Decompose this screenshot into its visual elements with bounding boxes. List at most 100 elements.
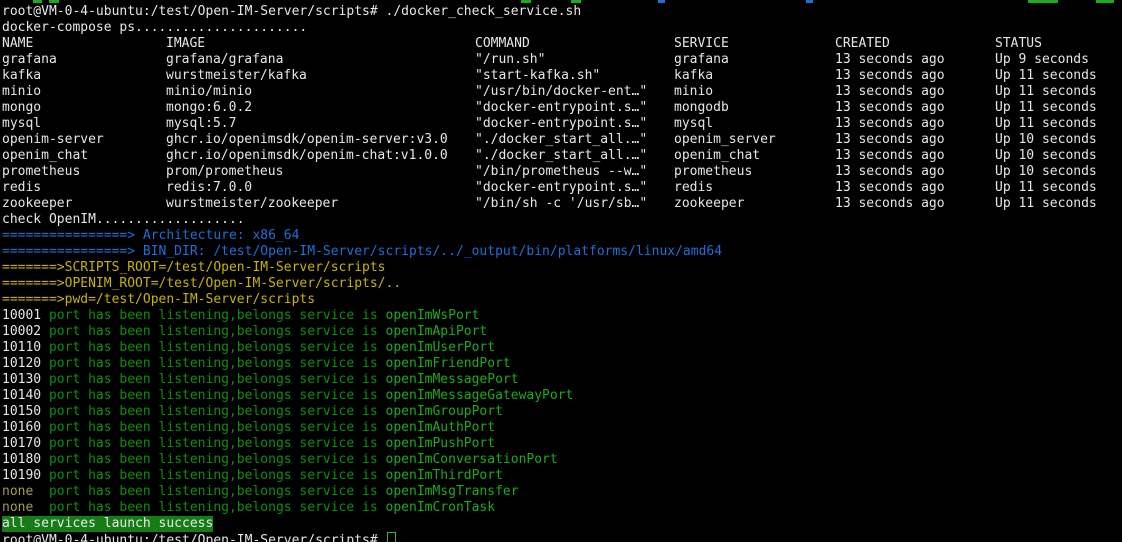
table-cell: Up 11 seconds — [995, 180, 1097, 196]
table-cell: 13 seconds ago — [835, 116, 945, 132]
table-cell: 13 seconds ago — [835, 132, 945, 148]
port-status-line: 10190 port has been listening,belongs se… — [2, 468, 1122, 484]
docker-compose-ps-line: docker-compose ps...................... — [2, 20, 1122, 36]
clipped-text-fragment — [33, 0, 42, 3]
table-cell: grafana — [2, 52, 57, 68]
port-number: 10140 — [2, 388, 49, 403]
text-segment: =======>pwd=/test/Open-IM-Server/scripts — [2, 292, 315, 307]
text-segment: all services launch success — [2, 516, 213, 532]
service-name: openImCronTask — [386, 500, 496, 515]
table-cell: Up 10 seconds — [995, 148, 1097, 164]
port-number: 10001 — [2, 308, 49, 323]
text-segment: port has been listening,belongs service … — [49, 500, 386, 515]
table-cell: COMMAND — [475, 36, 530, 52]
terminal-screen[interactable]: root@VM-0-4-ubuntu:/test/Open-IM-Server/… — [0, 0, 1122, 542]
table-cell: ghcr.io/openimsdk/openim-server:v3.0 — [166, 132, 448, 148]
table-cell: redis:7.0.0 — [166, 180, 252, 196]
ps-table-row: redisredis:7.0.0"docker-entrypoint.s…"re… — [2, 180, 1122, 196]
launch-success-banner: all services launch success — [2, 516, 1122, 532]
table-cell: openim-server — [2, 132, 104, 148]
table-cell: 13 seconds ago — [835, 100, 945, 116]
ps-table-header: NAMEIMAGECOMMANDSERVICECREATEDSTATUS — [2, 36, 1122, 52]
table-cell: redis — [674, 180, 713, 196]
terminal-output: root@VM-0-4-ubuntu:/test/Open-IM-Server/… — [2, 4, 1122, 542]
clipped-text-fragment — [49, 0, 59, 3]
table-cell: prometheus — [674, 164, 752, 180]
pwd-line: =======>pwd=/test/Open-IM-Server/scripts — [2, 292, 1122, 308]
port-number: 10110 — [2, 340, 49, 355]
text-segment: port has been listening,belongs service … — [49, 452, 386, 467]
table-cell: mysql — [2, 116, 41, 132]
table-cell: 13 seconds ago — [835, 68, 945, 84]
ps-table-row: openim_chat ghcr.io/openimsdk/openim-chat… — [2, 148, 1122, 164]
table-cell: wurstmeister/zookeeper — [166, 196, 338, 212]
port-number: 10160 — [2, 420, 49, 435]
table-cell: Up 11 seconds — [995, 196, 1097, 212]
table-cell: STATUS — [995, 36, 1042, 52]
text-segment: port has been listening,belongs service … — [49, 436, 386, 451]
ps-table-row: prometheusprom/prometheus"/bin/prometheu… — [2, 164, 1122, 180]
port-number: 10120 — [2, 356, 49, 371]
table-cell: "/run.sh" — [475, 52, 545, 68]
ps-table-row: miniominio/minio"/usr/bin/docker-ent…"mi… — [2, 84, 1122, 100]
service-name: openImAuthPort — [386, 420, 496, 435]
table-cell: Up 11 seconds — [995, 100, 1097, 116]
table-cell: mongodb — [674, 100, 729, 116]
shell-prompt-idle: root@VM-0-4-ubuntu:/test/Open-IM-Server/… — [2, 532, 1122, 542]
clipped-text-fragment — [571, 0, 581, 3]
table-cell: "/bin/prometheus --w…" — [475, 164, 647, 180]
table-cell: openim_chat — [674, 148, 760, 164]
clipped-text-fragment — [806, 0, 813, 3]
text-segment: port has been listening,belongs service … — [49, 372, 386, 387]
ps-table-row: zookeeper wurstmeister/zookeeper "/bin/sh … — [2, 196, 1122, 212]
port-status-line: none port has been listening,belongs ser… — [2, 484, 1122, 500]
table-cell: SERVICE — [674, 36, 729, 52]
table-cell: Up 10 seconds — [995, 132, 1097, 148]
service-name: openImThirdPort — [386, 468, 503, 483]
openim-root-line: =======>OPENIM_ROOT=/test/Open-IM-Server… — [2, 276, 1122, 292]
port-status-line: 10001 port has been listening,belongs se… — [2, 308, 1122, 324]
service-name: openImFriendPort — [386, 356, 511, 371]
port-status-line: 10150 port has been listening,belongs se… — [2, 404, 1122, 420]
table-cell: kafka — [674, 68, 713, 84]
port-status-line: 10170 port has been listening,belongs se… — [2, 436, 1122, 452]
table-cell: "/bin/sh -c '/usr/sb…" — [475, 196, 647, 212]
text-segment: port has been listening,belongs service … — [49, 308, 386, 323]
table-cell: IMAGE — [166, 36, 205, 52]
table-cell: openim_chat — [2, 148, 88, 164]
ps-table-row: grafanagrafana/grafana"/run.sh"grafana13… — [2, 52, 1122, 68]
text-segment: port has been listening,belongs service … — [49, 340, 386, 355]
table-cell: openim_server — [674, 132, 776, 148]
service-name: openImApiPort — [386, 324, 488, 339]
table-cell: "/usr/bin/docker-ent…" — [475, 84, 647, 100]
table-cell: mysql:5.7 — [166, 116, 236, 132]
table-cell: Up 11 seconds — [995, 116, 1097, 132]
table-cell: zookeeper — [674, 196, 744, 212]
table-cell: 13 seconds ago — [835, 84, 945, 100]
table-cell: "./docker_start_all.…" — [475, 148, 647, 164]
table-cell: Up 11 seconds — [995, 68, 1097, 84]
table-cell: "start-kafka.sh" — [475, 68, 600, 84]
port-status-line: 10120 port has been listening,belongs se… — [2, 356, 1122, 372]
table-cell: wurstmeister/kafka — [166, 68, 307, 84]
service-name: openImGroupPort — [386, 404, 503, 419]
table-cell: 13 seconds ago — [835, 148, 945, 164]
table-cell: prometheus — [2, 164, 80, 180]
text-segment: root@VM-0-4-ubuntu:/test/Open-IM-Server/… — [2, 533, 386, 542]
table-cell: ghcr.io/openimsdk/openim-chat:v1.0.0 — [166, 148, 448, 164]
text-segment: root@VM-0-4-ubuntu:/test/Open-IM-Server/… — [2, 4, 581, 19]
table-cell: grafana/grafana — [166, 52, 283, 68]
table-cell: NAME — [2, 36, 33, 52]
text-segment: check OpenIM................... — [2, 212, 245, 227]
table-cell: "docker-entrypoint.s…" — [475, 116, 647, 132]
ps-table-row: kafkawurstmeister/kafka"start-kafka.sh"k… — [2, 68, 1122, 84]
port-status-line: 10180 port has been listening,belongs se… — [2, 452, 1122, 468]
table-cell: 13 seconds ago — [835, 52, 945, 68]
text-segment: port has been listening,belongs service … — [49, 356, 386, 371]
clipped-text-fragment — [658, 0, 665, 3]
port-number: 10130 — [2, 372, 49, 387]
text-segment: port has been listening,belongs service … — [49, 468, 386, 483]
port-number: none — [2, 500, 49, 515]
table-cell: mysql — [674, 116, 713, 132]
port-number: 10002 — [2, 324, 49, 339]
